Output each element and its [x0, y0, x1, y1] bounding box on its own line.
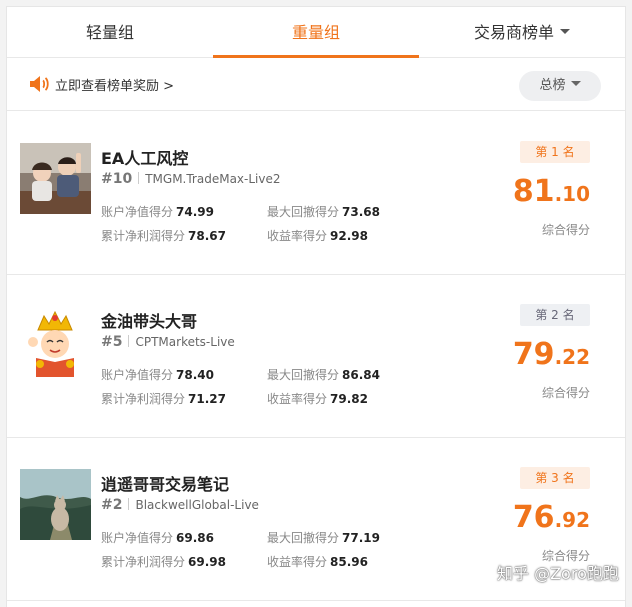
- trader-rank: #5: [101, 334, 123, 350]
- trader-rank: #2: [101, 497, 123, 513]
- chevron-down-icon: [570, 81, 581, 86]
- stat-label: 累计净利润得分: [101, 392, 186, 406]
- stat-label: 收益率得分: [267, 555, 328, 569]
- max-drawdown-score: 最大回撤得分 77.19: [267, 529, 380, 546]
- caret-down-icon: [560, 29, 570, 34]
- trader-meta: #10 TMGM.TradeMax-Live2: [101, 171, 281, 187]
- trader-account: CPTMarkets-Live: [135, 335, 235, 349]
- trader-name: 逍遥哥哥交易笔记: [101, 475, 230, 494]
- return-rate-score: 收益率得分 92.98: [267, 227, 368, 244]
- speaker-icon: [29, 75, 49, 97]
- tab-heavy-group[interactable]: 重量组: [213, 7, 419, 58]
- ranking-filter-value: 总榜: [539, 78, 566, 93]
- stat-value: 69.86: [176, 531, 214, 545]
- avatar: [20, 143, 91, 214]
- stat-label: 账户净值得分: [101, 368, 174, 382]
- trader-meta: #5 CPTMarkets-Live: [101, 334, 235, 350]
- tab-light-group[interactable]: 轻量组: [7, 7, 213, 57]
- stat-label: 账户净值得分: [101, 531, 174, 545]
- stat-label: 账户净值得分: [101, 205, 174, 219]
- stat-value: 77.19: [342, 531, 380, 545]
- score-integer: 79: [512, 337, 555, 372]
- stat-label: 收益率得分: [267, 229, 328, 243]
- rank-badge: 第 1 名: [520, 141, 590, 163]
- score-decimal: .22: [554, 345, 590, 369]
- score-decimal: .10: [554, 182, 590, 206]
- composite-score-label: 综合得分: [541, 223, 590, 237]
- stat-label: 累计净利润得分: [101, 229, 186, 243]
- net-profit-score: 累计净利润得分 69.98: [101, 553, 226, 570]
- trader-name: EA人工风控: [101, 149, 189, 168]
- stat-label: 累计净利润得分: [101, 555, 186, 569]
- leaderboard-entry[interactable]: 金油带头大哥 #5 CPTMarkets-Live 账户净值得分 78.40 最大回…: [7, 274, 625, 438]
- group-tabs: 轻量组 重量组 交易商榜单: [7, 7, 625, 58]
- score-decimal: .92: [554, 508, 590, 532]
- reward-link[interactable]: 立即查看榜单奖励 >: [55, 75, 174, 94]
- stat-label: 最大回撤得分: [267, 205, 340, 219]
- composite-score: 76.92: [513, 500, 590, 535]
- stat-value: 73.68: [342, 205, 380, 219]
- return-rate-score: 收益率得分 79.82: [267, 390, 368, 407]
- composite-score: 81.10: [513, 174, 590, 209]
- ranking-filter-select[interactable]: 总榜: [519, 71, 601, 101]
- rank-badge: 第 3 名: [520, 467, 590, 489]
- max-drawdown-score: 最大回撤得分 86.84: [267, 366, 380, 383]
- stat-value: 92.98: [330, 229, 368, 243]
- leaderboard-entry[interactable]: EA人工风控 #10 TMGM.TradeMax-Live2 账户净值得分 74.9…: [7, 111, 625, 275]
- trader-account: TMGM.TradeMax-Live2: [145, 172, 281, 186]
- tab-heavy-group-label: 重量组: [291, 23, 340, 42]
- tab-light-group-label: 轻量组: [85, 23, 134, 42]
- net-value-score: 账户净值得分 78.40: [101, 366, 214, 383]
- trader-name: 金油带头大哥: [101, 312, 198, 331]
- trader-rank: #10: [101, 171, 133, 187]
- stat-label: 收益率得分: [267, 392, 328, 406]
- trader-account: BlackwellGlobal-Live: [135, 498, 259, 512]
- divider: [138, 172, 140, 184]
- stat-label: 最大回撤得分: [267, 531, 340, 545]
- avatar: [20, 469, 91, 540]
- stat-value: 78.40: [176, 368, 214, 382]
- score-integer: 76: [512, 500, 555, 535]
- net-profit-score: 累计净利润得分 71.27: [101, 390, 226, 407]
- watermark: 知乎 @Zoro跑跑: [497, 564, 619, 583]
- stat-value: 86.84: [342, 368, 380, 382]
- net-value-score: 账户净值得分 74.99: [101, 203, 214, 220]
- max-drawdown-score: 最大回撤得分 73.68: [267, 203, 380, 220]
- stat-value: 85.96: [330, 555, 368, 569]
- tab-broker-ranking-label: 交易商榜单: [473, 23, 554, 42]
- avatar: [20, 306, 91, 377]
- return-rate-score: 收益率得分 85.96: [267, 553, 368, 570]
- trader-meta: #2 BlackwellGlobal-Live: [101, 497, 259, 513]
- net-profit-score: 累计净利润得分 78.67: [101, 227, 226, 244]
- net-value-score: 账户净值得分 69.86: [101, 529, 214, 546]
- tab-broker-ranking[interactable]: 交易商榜单: [419, 7, 625, 57]
- rank-badge: 第 2 名: [520, 304, 590, 326]
- stat-value: 78.67: [188, 229, 226, 243]
- divider: [128, 335, 130, 347]
- divider: [128, 498, 130, 510]
- stat-value: 69.98: [188, 555, 226, 569]
- stat-label: 最大回撤得分: [267, 368, 340, 382]
- stat-value: 71.27: [188, 392, 226, 406]
- stat-value: 74.99: [176, 205, 214, 219]
- composite-score-label: 综合得分: [541, 386, 590, 400]
- reward-notice-bar: 立即查看榜单奖励 > 总榜: [7, 58, 625, 111]
- composite-score: 79.22: [513, 337, 590, 372]
- score-integer: 81: [512, 174, 555, 209]
- leaderboard-panel: 轻量组 重量组 交易商榜单 立即查看榜单奖励 > 总榜 EA人工风控 #10 TM…: [6, 6, 626, 607]
- stat-value: 79.82: [330, 392, 368, 406]
